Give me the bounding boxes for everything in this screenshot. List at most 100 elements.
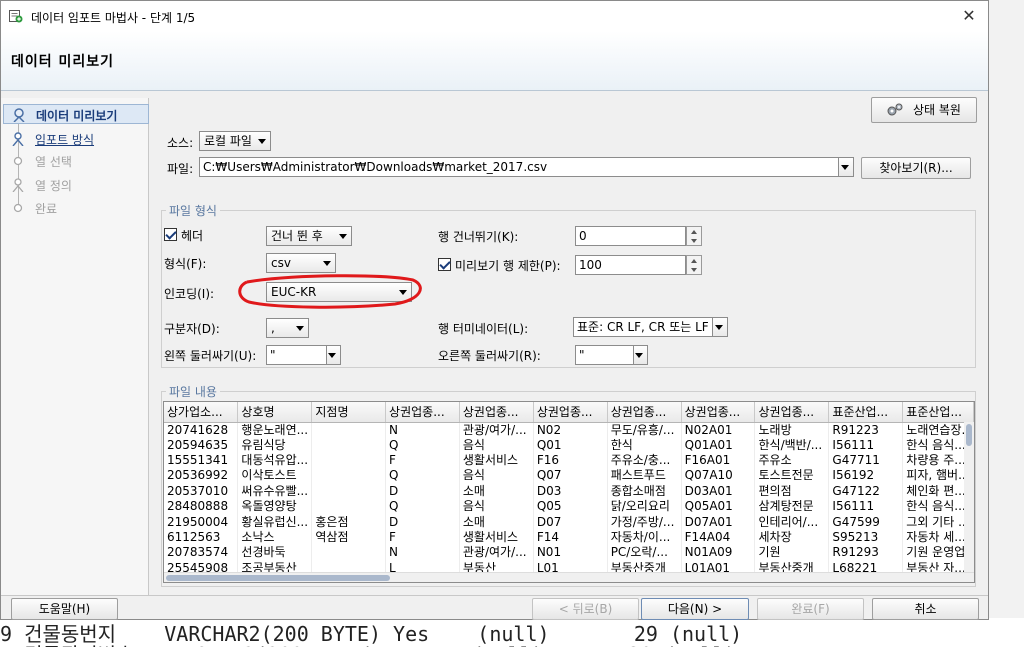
scrollbar-thumb[interactable] [966,424,972,446]
table-cell: R91223 [828,422,904,438]
table-row[interactable]: 20537010 써유수유빨... D 소매 D03 종합소매점 D03A01 편의점 G471… [164,483,974,500]
table-cell: 차량용 주... [902,452,974,469]
skip-rows-input[interactable]: 0 [575,226,686,246]
scrollbar-thumb[interactable] [166,575,390,581]
line-terminator-input[interactable]: 표준: CR LF, CR 또는 LF [573,317,713,337]
table-cell [311,422,387,438]
file-path-dropdown[interactable] [838,157,854,177]
column-header[interactable]: 상권업종... [681,402,756,423]
finish-button[interactable]: 완료(F) [757,598,864,620]
table-cell: 유림식당 [237,437,313,453]
step-label: 열 선택 [35,155,72,169]
table-row[interactable]: 20783574 선경바둑 N 관광/여가/... N01 PC/오락/... N01A09… [164,545,974,561]
table-cell: Q05A01 [681,499,756,515]
format-select[interactable]: csv [266,253,336,273]
table-cell: N02A01 [681,422,756,438]
table-cell: PC/오락/... [607,545,682,561]
table-cell: 20741628 [164,422,239,438]
skip-rows-stepper[interactable] [686,226,702,246]
table-row[interactable]: 6112563 소낙스 역삼점 F 생활서비스 F14 자동차/이... F14A04 세차장 S… [164,529,974,546]
delimiter-select[interactable]: , [266,318,309,338]
table-cell [311,452,387,469]
column-header[interactable]: 표준산업... [902,402,974,423]
column-header[interactable]: 상권업종... [607,402,682,423]
table-cell: 기원 [754,545,830,561]
table-cell [311,483,387,500]
left-enclosure-dropdown[interactable] [326,345,341,365]
preview-limit-input[interactable]: 100 [575,255,686,275]
step-circle-icon [13,203,23,213]
header-label: 헤더 [181,229,204,243]
help-button[interactable]: 도움말(H) [11,598,118,620]
cancel-button[interactable]: 취소 [872,598,979,620]
table-cell: G47122 [828,483,904,500]
column-header[interactable]: 상권업종... [754,402,830,423]
arrow-up-icon [691,259,697,263]
table-cell: Q01 [533,437,608,453]
table-cell: 한식 음식... [902,437,974,453]
table-cell: 이삭토스트 [237,468,313,484]
table-cell: 생활서비스 [459,452,534,469]
table-cell: 20536992 [164,468,239,484]
left-enclosure-input[interactable]: " [266,345,327,365]
table-row[interactable]: 20536992 이삭토스트 Q 음식 Q07 패스트푸드 Q07A10 토스트전문 I5619… [164,468,974,484]
line-terminator-dropdown[interactable] [712,317,728,337]
table-cell: 자동차/이... [607,529,682,546]
table-cell: 가정/주방/... [607,514,682,530]
source-select[interactable]: 로컬 파일 [199,131,271,151]
step-label: 완료 [35,202,58,216]
table-row[interactable]: 20741628 행운노래연... N 관광/여가/... N02 무도/유흥/... N0… [164,422,974,438]
table-cell: 옥돌영양탕 [237,499,313,515]
file-content-title: 파일 내용 [166,383,220,400]
table-cell: 20783574 [164,545,239,561]
step-data-preview[interactable]: 데이터 미리보기 [3,104,149,124]
file-format-title: 파일 형식 [166,202,220,219]
encoding-label: 인코딩(I): [164,287,215,301]
column-header[interactable]: 지점명 [311,402,387,423]
header-value: 건너 뛴 후 [271,229,323,243]
table-cell [311,545,387,561]
table-cell: 토스트전문 [754,468,830,484]
table-row[interactable]: 20594635 유림식당 Q 음식 Q01 한식 Q01A01 한식/백반/... I5611… [164,437,974,453]
table-cell [311,499,387,515]
file-path-input[interactable]: C:₩Users₩Administrator₩Downloads₩market_… [199,157,839,177]
table-cell: 생활서비스 [459,529,534,546]
table-cell: 선경바둑 [237,545,313,561]
back-button[interactable]: < 뒤로(B) [532,598,639,620]
table-cell: 15551341 [164,452,239,469]
table-cell: Q [385,468,460,484]
table-cell: 28480888 [164,499,239,515]
header-select[interactable]: 건너 뛴 후 [266,226,352,246]
chevron-down-icon [296,326,304,331]
right-enclosure-dropdown[interactable] [633,345,648,365]
browse-button[interactable]: 찾아보기(R)... [861,157,971,179]
column-header[interactable]: 상권업종... [533,402,608,423]
step-label: 열 정의 [35,179,72,193]
table-row[interactable]: 21950004 황실유럽신... 홍은점 D 소매 D07 가정/주방/... D07A01… [164,514,974,530]
table-body: 20741628 행운노래연... N 관광/여가/... N02 무도/유흥/... N0… [164,422,974,577]
column-header[interactable]: 상권업종... [385,402,460,423]
column-header[interactable]: 상호명 [237,402,313,423]
preview-limit-stepper[interactable] [686,255,702,275]
preview-limit-checkbox[interactable] [438,258,451,271]
table-cell: F [385,452,460,469]
table-row[interactable]: 15551341 대동석유압... F 생활서비스 F16 주유소/충... F16A01 주… [164,452,974,469]
step-label: 데이터 미리보기 [36,109,118,123]
column-header[interactable]: 표준산업... [828,402,904,423]
next-button[interactable]: 다음(N) > [641,598,749,620]
table-cell: 한식 음식... [902,499,974,515]
table-cell: F14A04 [681,529,756,546]
header-checkbox[interactable] [164,228,177,241]
vertical-scrollbar[interactable] [964,422,974,572]
file-content-grid[interactable]: 상가업소... 상호명 지점명 상권업종... 상권업종... 상권업종... … [163,401,975,583]
restore-state-button[interactable]: 상태 복원 [871,97,977,123]
table-cell: 주유소/충... [607,452,682,469]
close-button[interactable]: ✕ [958,5,980,27]
column-header[interactable]: 상권업종... [459,402,534,423]
table-cell: I56192 [828,468,904,484]
table-row[interactable]: 28480888 옥돌영양탕 Q 음식 Q05 닭/오리요리 Q05A01 삼계탕전문 I561… [164,499,974,515]
right-enclosure-input[interactable]: " [575,345,634,365]
horizontal-scrollbar[interactable] [164,572,974,582]
table-cell: 무도/유흥/... [607,422,682,438]
column-header[interactable]: 상가업소... [164,402,239,423]
